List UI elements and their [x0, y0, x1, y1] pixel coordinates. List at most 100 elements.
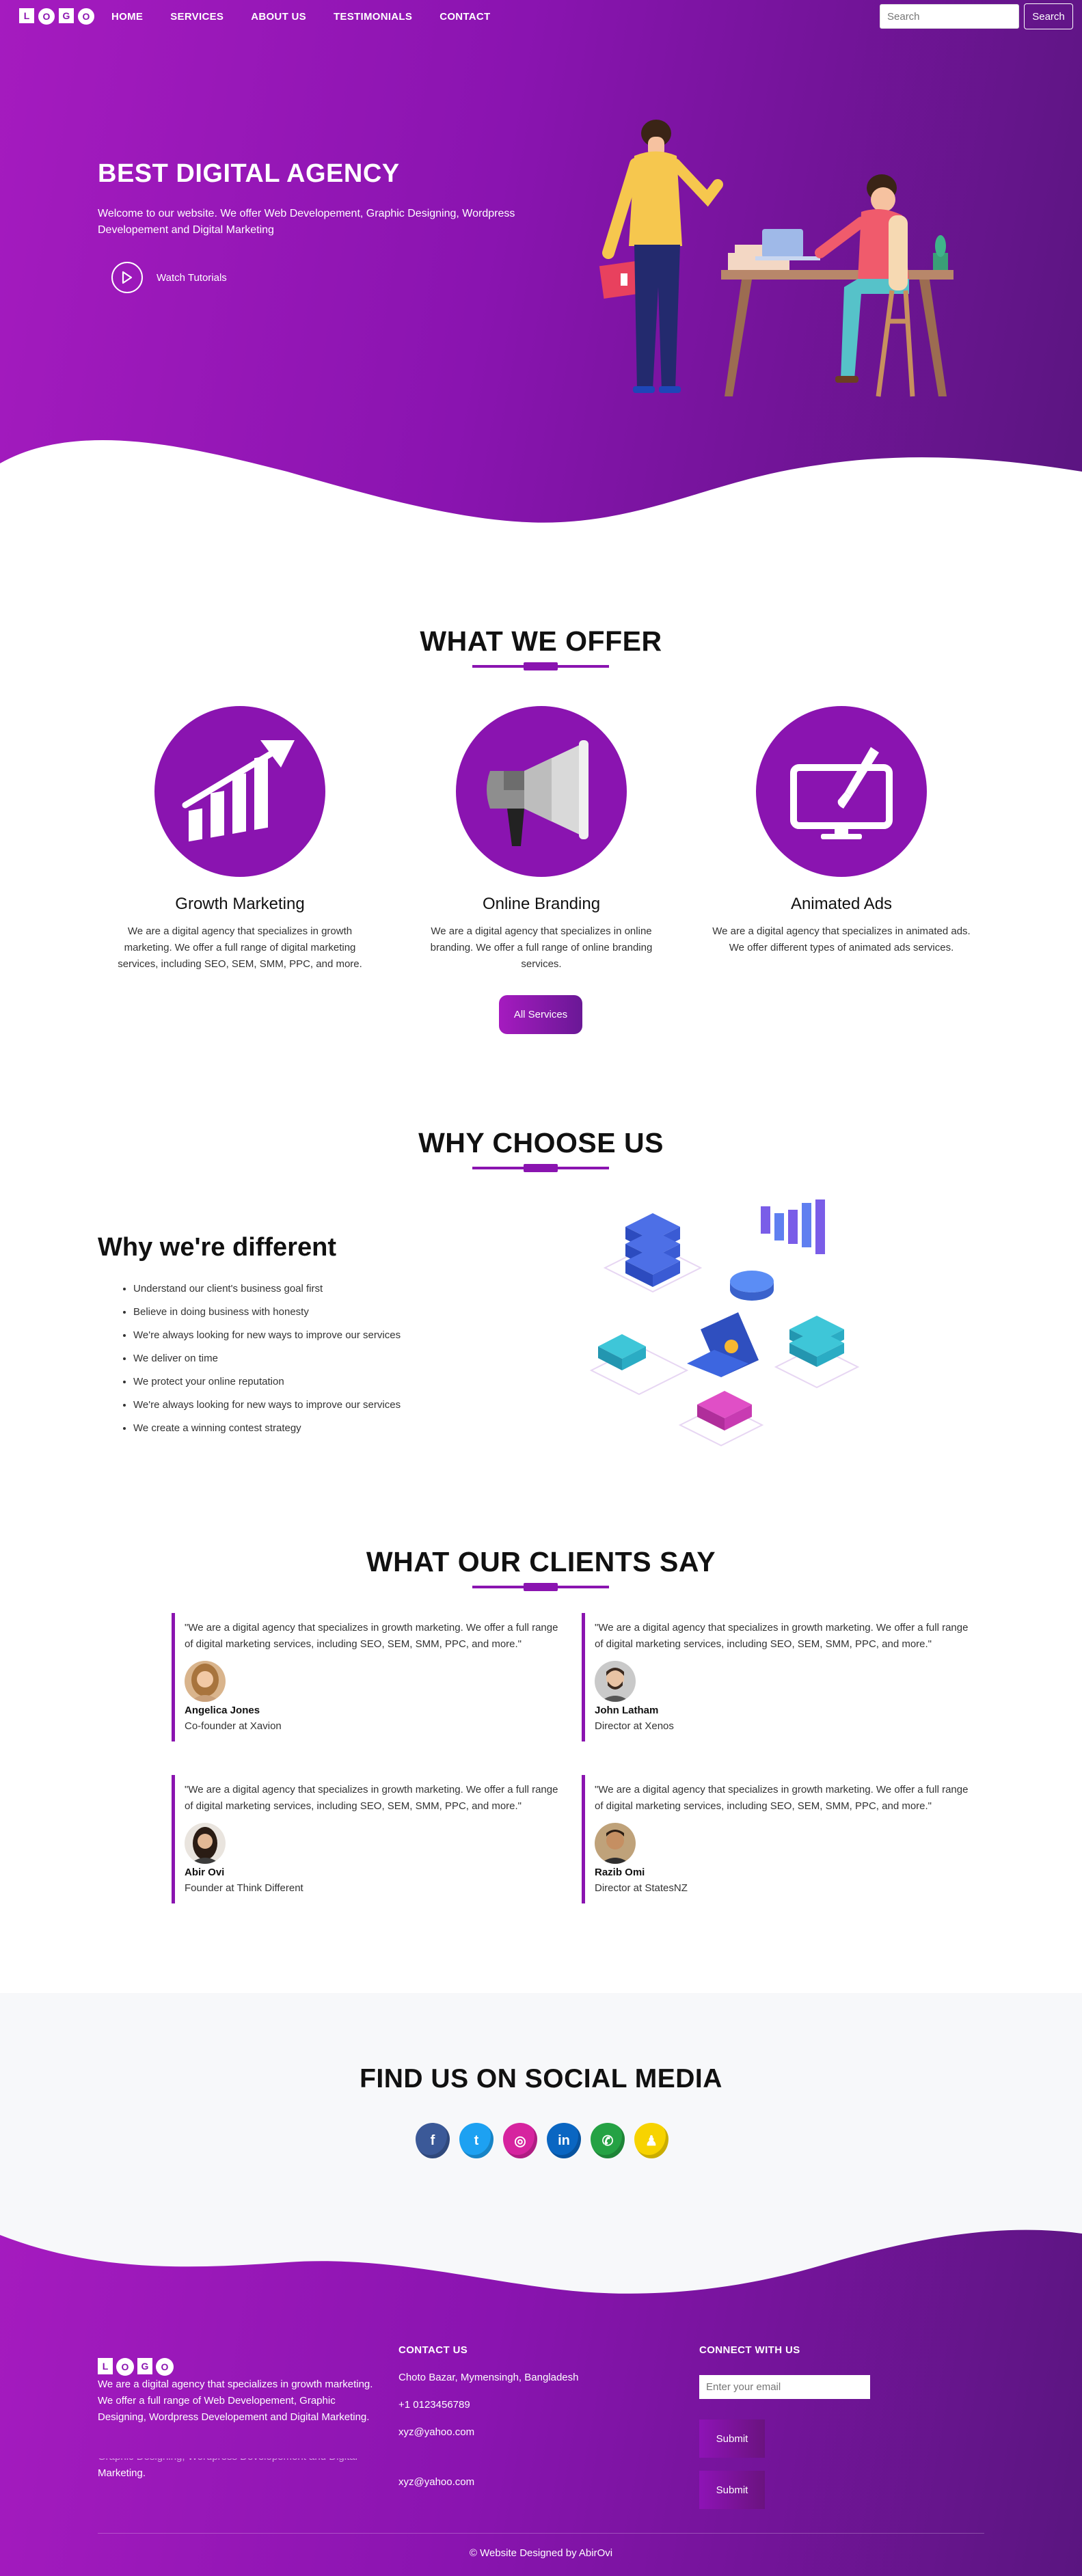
why-heading: Why we're different: [98, 1233, 336, 1262]
contact-phone[interactable]: +1 0123456789: [398, 2399, 470, 2411]
offer-card-animated-ads: Animated Ads We are a digital agency tha…: [705, 706, 978, 956]
offer-card-branding: Online Branding We are a digital agency …: [405, 706, 678, 973]
logo-letter: L: [98, 2358, 113, 2374]
contact-address: Choto Bazar, Mymensingh, Bangladesh: [398, 2372, 579, 2383]
testimonial-quote: "We are a digital agency that specialize…: [185, 1622, 558, 1650]
facebook-icon[interactable]: f: [416, 2123, 450, 2158]
hero-illustration: [599, 120, 953, 397]
nav-links: HOME SERVICES ABOUT US TESTIMONIALS CONT…: [111, 11, 491, 23]
hero-subtitle: Welcome to our website. We offer Web Dev…: [98, 208, 515, 236]
testimonial-name: Angelica Jones: [185, 1705, 260, 1716]
connect-title: CONNECT WITH US: [699, 2344, 800, 2356]
testimonial-card: "We are a digital agency that specialize…: [172, 1775, 561, 1903]
testimonial-card: "We are a digital agency that specialize…: [582, 1775, 971, 1903]
bar-blocks: [761, 1199, 825, 1254]
list-item: We're always looking for new ways to imp…: [133, 1397, 401, 1420]
contact-title: CONTACT US: [398, 2344, 468, 2356]
top-navbar: L O G O HOME SERVICES ABOUT US TESTIMONI…: [0, 0, 1082, 34]
footer-about: We are a digital agency that specializes…: [98, 2378, 373, 2423]
list-item: We deliver on time: [133, 1351, 401, 1374]
watch-tutorials-link[interactable]: Watch Tutorials: [111, 262, 227, 293]
footer-divider: [98, 2533, 984, 2534]
logo-letter: O: [116, 2358, 134, 2376]
site-logo[interactable]: L O G O: [19, 8, 94, 25]
laptop: [687, 1312, 759, 1377]
testimonial-name: Abir Ovi: [185, 1867, 225, 1878]
avatar: [595, 1823, 636, 1864]
footer-about-duplicate-line: Marketing.: [98, 2467, 146, 2479]
logo-letter: L: [19, 8, 34, 23]
block-left: [598, 1334, 646, 1370]
clients-title-underline: [472, 1583, 609, 1591]
hero-section: L O G O HOME SERVICES ABOUT US TESTIMONI…: [0, 0, 1082, 560]
list-item: Believe in doing business with honesty: [133, 1304, 401, 1327]
nav-link-testimonials[interactable]: TESTIMONIALS: [334, 11, 412, 23]
list-item: We create a winning contest strategy: [133, 1420, 401, 1443]
hero-title: BEST DIGITAL AGENCY: [98, 159, 400, 188]
footer-about-duplicate-line: Graphic Designing, Wordpress Developemen…: [98, 2458, 385, 2465]
play-icon[interactable]: [111, 262, 143, 293]
footer-about-duplicate: Graphic Designing, Wordpress Developemen…: [98, 2458, 385, 2491]
contact-email-duplicate[interactable]: xyz@yahoo.com: [398, 2476, 474, 2488]
list-item: We protect your online reputation: [133, 1374, 401, 1397]
offer-description: We are a digital agency that specializes…: [712, 925, 971, 953]
monitor-brush-icon: [756, 706, 927, 877]
avatar: [595, 1661, 636, 1702]
linkedin-icon[interactable]: in: [547, 2123, 581, 2158]
snapchat-icon[interactable]: ♟: [634, 2123, 668, 2158]
submit-button[interactable]: Submit: [699, 2419, 765, 2458]
watch-tutorials-label: Watch Tutorials: [157, 271, 227, 284]
newsletter-email-input[interactable]: [699, 2375, 870, 2399]
avatar: [185, 1661, 226, 1702]
offer-name: Animated Ads: [790, 895, 893, 913]
hero-wave-divider: [0, 439, 1082, 560]
submit-button-duplicate[interactable]: Submit: [699, 2471, 765, 2509]
server-stack-right: [789, 1316, 844, 1367]
offer-card-growth: Growth Marketing We are a digital agency…: [103, 706, 377, 973]
nav-link-contact[interactable]: CONTACT: [439, 11, 490, 23]
list-item: Understand our client's business goal fi…: [133, 1281, 401, 1304]
logo-letter: G: [59, 8, 74, 23]
footer: L O G O We are a digital agency that spe…: [0, 2214, 1082, 2576]
instagram-icon[interactable]: ◎: [503, 2123, 537, 2158]
footer-wave-divider: [0, 2214, 1082, 2294]
avatar: [185, 1823, 226, 1864]
logo-letter: G: [137, 2358, 152, 2374]
testimonial-quote: "We are a digital agency that specialize…: [185, 1784, 558, 1812]
clients-section-title: WHAT OUR CLIENTS SAY: [366, 1546, 716, 1577]
nav-link-home[interactable]: HOME: [111, 11, 143, 23]
testimonial-quote: "We are a digital agency that specialize…: [595, 1622, 969, 1650]
testimonial-card: "We are a digital agency that specialize…: [172, 1613, 561, 1741]
offer-name: Growth Marketing: [175, 895, 305, 913]
search-input[interactable]: [880, 4, 1019, 29]
social-section-title: FIND US ON SOCIAL MEDIA: [360, 2064, 722, 2093]
testimonial-role: Co-founder at Xavion: [185, 1720, 282, 1732]
nav-link-about[interactable]: ABOUT US: [251, 11, 306, 23]
social-icons: f t ◎ in ✆ ♟: [416, 2123, 668, 2158]
search-button[interactable]: Search: [1024, 3, 1073, 29]
testimonial-card: "We are a digital agency that specialize…: [582, 1613, 971, 1741]
all-services-button[interactable]: All Services: [499, 995, 582, 1034]
testimonial-role: Founder at Think Different: [185, 1882, 303, 1894]
twitter-icon[interactable]: t: [459, 2123, 493, 2158]
nav-link-services[interactable]: SERVICES: [170, 11, 224, 23]
logo-letter: O: [156, 2358, 174, 2376]
offer-description: We are a digital agency that specializes…: [118, 925, 362, 970]
testimonial-role: Director at StatesNZ: [595, 1882, 688, 1894]
logo-letter: O: [38, 8, 55, 25]
server-stack-left: [625, 1213, 680, 1287]
list-item: We're always looking for new ways to imp…: [133, 1327, 401, 1351]
offer-title-underline: [472, 662, 609, 670]
social-section: FIND US ON SOCIAL MEDIA f t ◎ in ✆ ♟: [0, 1993, 1082, 2253]
growth-chart-icon: [154, 706, 325, 877]
offer-description: We are a digital agency that specializes…: [430, 925, 653, 970]
isometric-data-illustration: [589, 1199, 860, 1447]
offer-section-title: WHAT WE OFFER: [420, 625, 662, 657]
copyright-text: © Website Designed by AbirOvi: [469, 2547, 613, 2559]
contact-email[interactable]: xyz@yahoo.com: [398, 2426, 474, 2438]
testimonial-name: John Latham: [595, 1705, 659, 1716]
testimonial-name: Razib Omi: [595, 1867, 645, 1878]
offer-name: Online Branding: [482, 895, 601, 913]
whatsapp-icon[interactable]: ✆: [591, 2123, 625, 2158]
footer-logo[interactable]: L O G O: [98, 2358, 174, 2376]
